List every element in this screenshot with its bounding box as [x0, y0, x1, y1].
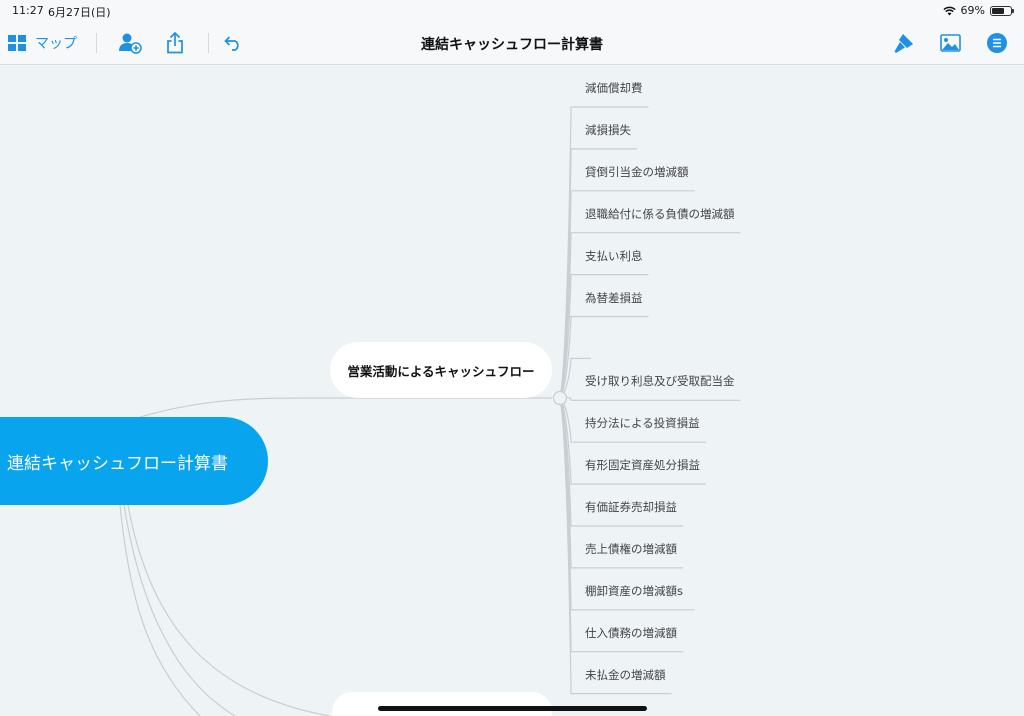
- leaf-topic[interactable]: 支払い利息: [585, 248, 643, 264]
- leaf-topic[interactable]: 退職給付に係る負債の増減額: [585, 206, 735, 222]
- outline-button[interactable]: [986, 30, 1008, 56]
- mindmap-canvas[interactable]: 連結キャッシュフロー計算書 営業活動によるキャッシュフロー 減価償却費減損損失貸…: [0, 65, 1024, 716]
- leaf-topic[interactable]: 貸倒引当金の増減額: [585, 164, 689, 180]
- leaf-topic[interactable]: 有価証券売却損益: [585, 499, 677, 515]
- undo-icon: [224, 36, 239, 51]
- status-bar: 11:27 6月27日(日) 69%: [0, 0, 1024, 22]
- wifi-icon: [942, 6, 956, 15]
- battery-percent: 69%: [960, 4, 985, 17]
- undo-button[interactable]: [224, 30, 242, 56]
- page-title: 連結キャッシュフロー計算書: [421, 37, 603, 53]
- format-brush-icon: [894, 34, 913, 53]
- share-button[interactable]: [166, 30, 184, 56]
- leaf-topic[interactable]: 減損損失: [585, 122, 631, 138]
- branch-topic-label: 営業活動によるキャッシュフロー: [347, 363, 535, 379]
- list-menu-icon: [987, 33, 1007, 53]
- leaf-topic[interactable]: 為替差損益: [585, 290, 643, 306]
- map-button[interactable]: マップ: [8, 30, 77, 56]
- leaf-topic[interactable]: 売上債権の増減額: [585, 541, 677, 557]
- grid-icon: [8, 34, 26, 51]
- branch-topic[interactable]: 営業活動によるキャッシュフロー: [330, 342, 552, 398]
- map-label: マップ: [35, 36, 77, 52]
- insert-image-button[interactable]: [940, 30, 961, 56]
- share-icon: [167, 32, 183, 54]
- home-indicator: [378, 706, 647, 711]
- leaf-topic[interactable]: 未払金の増減額: [585, 667, 666, 683]
- leaf-topic[interactable]: 仕入債務の増減額: [585, 625, 677, 641]
- leaf-topic[interactable]: 持分法による投資損益: [585, 415, 700, 431]
- add-person-icon: [119, 33, 142, 54]
- image-icon: [940, 34, 961, 52]
- root-topic[interactable]: 連結キャッシュフロー計算書: [0, 417, 268, 505]
- leaf-topic[interactable]: 受け取り利息及び受取配当金: [585, 373, 735, 389]
- add-person-button[interactable]: [118, 30, 142, 56]
- root-topic-label: 連結キャッシュフロー計算書: [7, 453, 228, 474]
- status-date: 6月27日(日): [48, 6, 111, 19]
- status-right: 69%: [942, 4, 1014, 17]
- toolbar: マップ 連結キャッシュフロー計算書: [0, 22, 1024, 65]
- status-time: 11:27: [12, 4, 44, 17]
- toolbar-divider: [208, 33, 209, 53]
- leaf-topic[interactable]: 減価償却費: [585, 80, 643, 96]
- format-button[interactable]: [893, 30, 915, 56]
- battery-icon: [990, 5, 1014, 16]
- toolbar-divider: [96, 33, 97, 53]
- branch-topic-next[interactable]: [332, 692, 552, 716]
- leaf-topic[interactable]: 棚卸資産の増減額s: [585, 583, 683, 599]
- leaf-topic[interactable]: 有形固定資産処分損益: [585, 457, 700, 473]
